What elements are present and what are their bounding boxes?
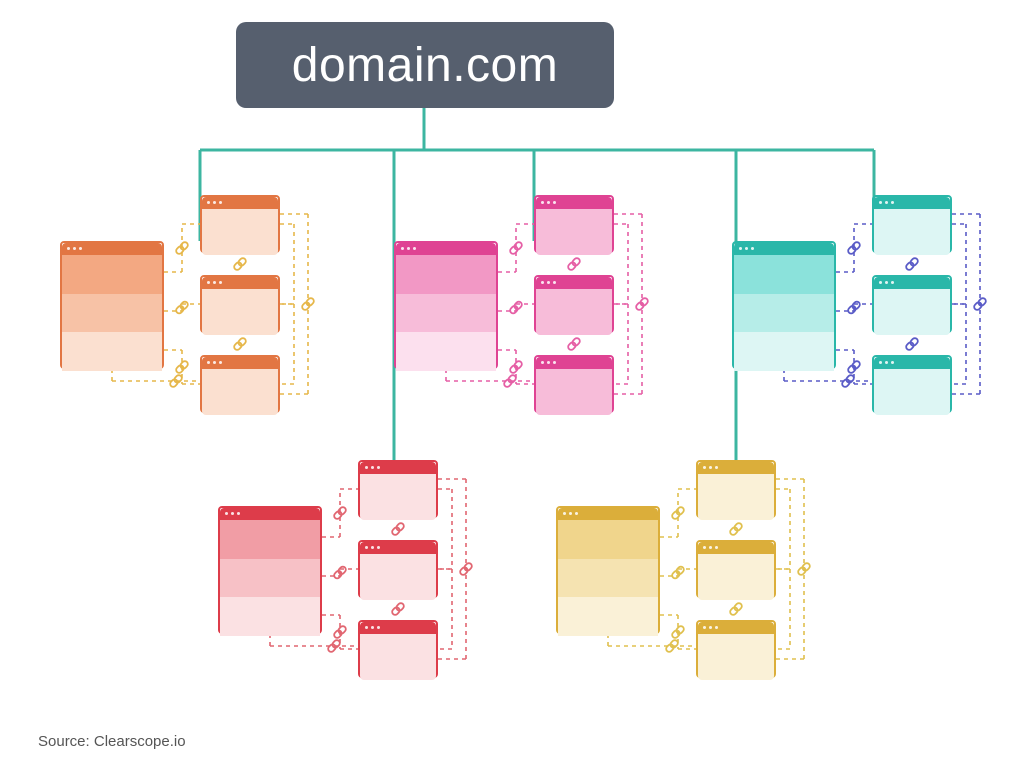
section-page-teal xyxy=(732,241,836,369)
link-icon xyxy=(509,360,523,374)
link-icon xyxy=(333,506,347,520)
link-icon xyxy=(847,300,861,314)
link-icon xyxy=(459,562,473,576)
link-icon xyxy=(233,257,247,271)
link-icon xyxy=(729,602,743,616)
link-icon xyxy=(797,562,811,576)
link-icon xyxy=(567,257,581,271)
link-icon xyxy=(665,639,679,653)
link-icon xyxy=(729,522,743,536)
link-icon xyxy=(175,300,189,314)
link-icon xyxy=(301,297,315,311)
child-page-orange-2 xyxy=(200,275,280,333)
child-page-pink-2 xyxy=(534,275,614,333)
tree-connectors xyxy=(0,0,1024,768)
section-page-pink xyxy=(394,241,498,369)
link-icon xyxy=(175,360,189,374)
link-icon xyxy=(671,506,685,520)
link-icon xyxy=(333,565,347,579)
link-icon xyxy=(847,241,861,255)
link-icon xyxy=(509,241,523,255)
child-page-red-2 xyxy=(358,540,438,598)
section-page-orange xyxy=(60,241,164,369)
child-page-pink-1 xyxy=(534,195,614,253)
source-text: Source: Clearscope.io xyxy=(38,733,186,750)
link-icon xyxy=(391,602,405,616)
link-icon xyxy=(169,374,183,388)
child-page-teal-3 xyxy=(872,355,952,413)
child-page-pink-3 xyxy=(534,355,614,413)
child-page-yellow-1 xyxy=(696,460,776,518)
child-page-yellow-3 xyxy=(696,620,776,678)
child-page-teal-2 xyxy=(872,275,952,333)
child-page-yellow-2 xyxy=(696,540,776,598)
child-page-red-3 xyxy=(358,620,438,678)
domain-title-text: domain.com xyxy=(292,38,558,93)
link-icon xyxy=(905,257,919,271)
link-icon xyxy=(233,337,247,351)
link-icon xyxy=(973,297,987,311)
link-icon xyxy=(905,337,919,351)
link-icon xyxy=(503,374,517,388)
link-icon xyxy=(671,625,685,639)
domain-title-pill: domain.com xyxy=(236,22,614,108)
link-icon xyxy=(635,297,649,311)
child-page-red-1 xyxy=(358,460,438,518)
link-icon xyxy=(509,300,523,314)
link-icon xyxy=(841,374,855,388)
link-icon xyxy=(567,337,581,351)
link-icon xyxy=(847,360,861,374)
diagram-stage: domain.com Source: Clearscope.io xyxy=(0,0,1024,768)
child-page-orange-3 xyxy=(200,355,280,413)
link-icon xyxy=(333,625,347,639)
link-icon xyxy=(391,522,405,536)
section-page-yellow xyxy=(556,506,660,634)
link-icon xyxy=(671,565,685,579)
section-page-red xyxy=(218,506,322,634)
link-icon xyxy=(175,241,189,255)
link-icon xyxy=(327,639,341,653)
source-attribution: Source: Clearscope.io xyxy=(38,733,186,750)
child-page-orange-1 xyxy=(200,195,280,253)
child-page-teal-1 xyxy=(872,195,952,253)
